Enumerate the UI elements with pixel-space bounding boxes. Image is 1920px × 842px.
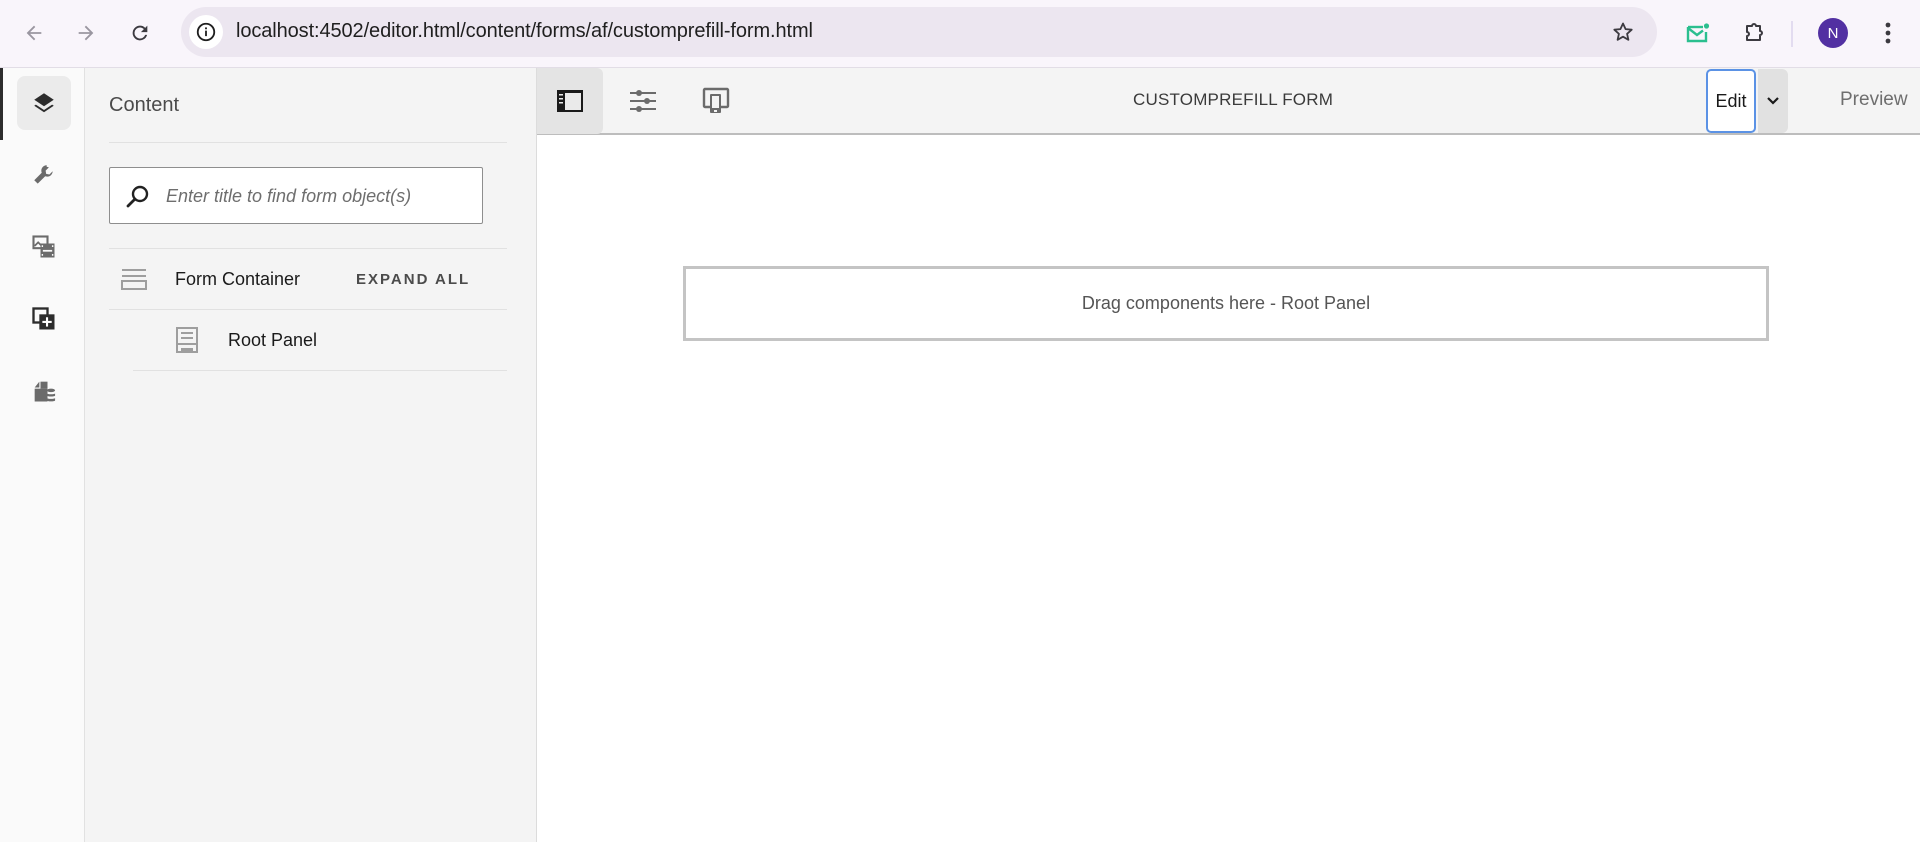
rail-properties-button[interactable] [17, 148, 71, 202]
toggle-side-panel-button[interactable] [537, 68, 603, 134]
sliders-icon [630, 90, 656, 112]
rail-content-tree-button[interactable] [17, 76, 71, 130]
bookmark-button[interactable] [1609, 18, 1637, 46]
browser-toolbar: localhost:4502/editor.html/content/forms… [0, 0, 1920, 68]
divider [109, 142, 507, 143]
expand-all-button[interactable]: EXPAND ALL [356, 271, 470, 288]
editor-toolbar: CUSTOMPREFILL FORM Edit Preview [537, 68, 1920, 135]
drop-zone-text: Drag components here - Root Panel [1081, 293, 1371, 313]
forward-button[interactable] [66, 13, 106, 53]
toolbar-divider [1791, 21, 1793, 47]
emulator-button[interactable] [683, 68, 749, 134]
mode-dropdown-button[interactable] [1758, 69, 1788, 133]
chevron-down-icon [1767, 97, 1779, 105]
device-icon [702, 87, 730, 113]
rail-data-sources-button[interactable] [17, 364, 71, 418]
tree-label-form-container: Form Container [175, 268, 301, 289]
form-container-icon [121, 269, 147, 290]
data-source-icon [34, 381, 56, 402]
mail-icon [1686, 23, 1710, 43]
preview-button[interactable]: Preview [1840, 89, 1908, 111]
reload-icon [132, 25, 148, 41]
editor-canvas: Drag components here - Root Panel [537, 137, 1920, 842]
back-button[interactable] [14, 13, 54, 53]
profile-avatar[interactable]: N [1818, 18, 1848, 48]
address-bar[interactable]: localhost:4502/editor.html/content/forms… [181, 7, 1657, 57]
page-properties-button[interactable] [610, 68, 676, 134]
form-object-search[interactable] [109, 167, 483, 224]
info-icon [196, 22, 216, 42]
site-info-button[interactable] [189, 15, 223, 49]
rail-components-button[interactable] [17, 292, 71, 346]
search-icon [126, 185, 149, 208]
wrench-icon [34, 165, 53, 184]
extensions-button[interactable] [1736, 15, 1772, 51]
arrow-left-icon [26, 25, 42, 41]
side-panel-icon [557, 90, 583, 112]
edit-mode-button[interactable]: Edit [1706, 69, 1756, 133]
add-component-icon [32, 307, 55, 330]
mail-extension-button[interactable] [1680, 15, 1716, 51]
browser-menu-button[interactable] [1870, 15, 1906, 51]
tree-label-root-panel: Root Panel [228, 329, 318, 350]
search-input[interactable] [166, 182, 466, 210]
side-rail [0, 68, 85, 842]
rail-assets-button[interactable] [17, 220, 71, 274]
content-panel: Content Form Container EXPAND ALL Root P… [85, 68, 537, 842]
tree-item-root-panel[interactable]: Root Panel [109, 310, 507, 370]
root-panel-drop-zone[interactable]: Drag components here - Root Panel [683, 266, 1769, 341]
star-icon [1613, 22, 1633, 41]
active-rail-indicator [0, 68, 3, 140]
arrow-right-icon [78, 25, 94, 41]
layers-icon [34, 93, 54, 113]
document-title: CUSTOMPREFILL FORM [1133, 90, 1334, 109]
assets-icon [32, 235, 55, 258]
panel-icon [176, 327, 198, 353]
panel-title: Content [109, 94, 180, 116]
url-text[interactable]: localhost:4502/editor.html/content/forms… [236, 20, 813, 43]
reload-button[interactable] [120, 13, 160, 53]
divider [133, 370, 507, 371]
puzzle-icon [1746, 23, 1763, 41]
kebab-menu-icon [1885, 22, 1891, 44]
tree-item-form-container[interactable]: Form Container EXPAND ALL [109, 249, 507, 309]
